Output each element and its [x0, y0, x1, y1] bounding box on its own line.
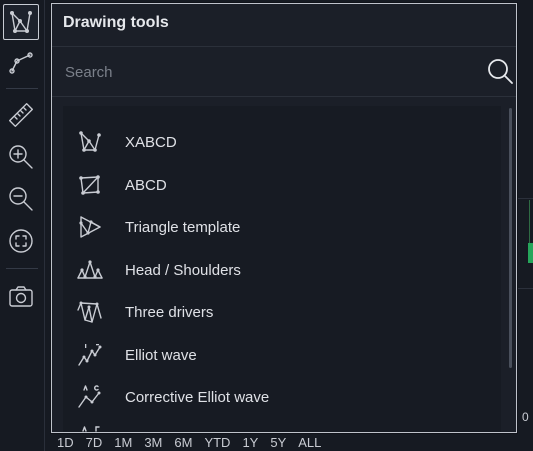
- ruler-icon: [8, 102, 34, 128]
- screenshot-button[interactable]: [3, 278, 39, 314]
- list-item-label: Elliot wave: [125, 346, 197, 364]
- list-item-label: Triangle template: [125, 218, 241, 236]
- xabcd-pattern-icon: [77, 129, 103, 155]
- panel-title: Drawing tools: [63, 14, 169, 31]
- fit-screen-icon: [9, 229, 33, 253]
- search-input[interactable]: [63, 60, 467, 84]
- three-drivers-icon: [77, 299, 103, 325]
- range-5y[interactable]: 5Y: [270, 435, 286, 450]
- list-item-head-shoulders[interactable]: Head / Shoulders: [63, 250, 501, 290]
- range-6m[interactable]: 6M: [174, 435, 192, 450]
- pattern-icon: [77, 419, 103, 432]
- zoom-in-icon: [9, 145, 33, 169]
- list-item-partial[interactable]: [63, 419, 501, 432]
- head-shoulders-icon: [77, 257, 103, 283]
- abcd-pattern-icon: [77, 172, 103, 198]
- panel-divider: [52, 46, 516, 47]
- triangle-pattern-icon: [77, 214, 103, 240]
- pattern-tool-button[interactable]: [3, 4, 39, 40]
- time-range-bar: 1D 7D 1M 3M 6M YTD 1Y 5Y ALL: [44, 433, 533, 451]
- chart-area-edge: [517, 0, 533, 451]
- list-item-label: ABCD: [125, 176, 167, 194]
- line-tool-button[interactable]: [3, 44, 39, 80]
- search-button[interactable]: [486, 57, 514, 85]
- list-item-label: Corrective Elliot wave: [125, 388, 270, 406]
- chart-gridline: [517, 198, 533, 199]
- tool-list: XABCD ABCD Triangle template Head / Shou…: [63, 106, 501, 432]
- list-item-three-drivers[interactable]: Three drivers: [63, 292, 501, 332]
- zoom-out-button[interactable]: [3, 181, 39, 217]
- range-3m[interactable]: 3M: [144, 435, 162, 450]
- range-ytd[interactable]: YTD: [204, 435, 230, 450]
- elliot-wave-icon: [77, 342, 103, 368]
- candle-wick: [529, 200, 530, 245]
- line-tool-icon: [9, 52, 33, 74]
- pattern-tool-icon: [10, 11, 32, 33]
- fit-screen-button[interactable]: [3, 223, 39, 259]
- left-toolbar: [0, 0, 45, 451]
- list-item-label: Three drivers: [125, 303, 214, 321]
- list-item-abcd[interactable]: ABCD: [63, 165, 501, 205]
- range-7d[interactable]: 7D: [86, 435, 103, 450]
- range-1m[interactable]: 1M: [114, 435, 132, 450]
- zoom-out-icon: [9, 187, 33, 211]
- drawing-tools-panel: Drawing tools XABCD AB: [51, 3, 517, 433]
- list-item-label: XABCD: [125, 133, 177, 151]
- range-1d[interactable]: 1D: [57, 435, 74, 450]
- camera-icon: [9, 286, 33, 307]
- list-item-xabcd[interactable]: XABCD: [63, 122, 501, 162]
- list-item-label: Head / Shoulders: [125, 261, 241, 279]
- scrollbar[interactable]: [509, 108, 512, 368]
- toolbar-divider: [6, 88, 38, 89]
- ruler-button[interactable]: [3, 97, 39, 133]
- panel-divider: [52, 96, 516, 97]
- range-all[interactable]: ALL: [298, 435, 321, 450]
- list-item-elliot-wave[interactable]: Elliot wave: [63, 335, 501, 375]
- toolbar-divider: [6, 268, 38, 269]
- chart-gridline: [517, 288, 533, 289]
- range-1y[interactable]: 1Y: [242, 435, 258, 450]
- candle-body: [528, 243, 533, 263]
- list-item-corrective-elliot-wave[interactable]: Corrective Elliot wave: [63, 377, 501, 417]
- axis-value: 0: [522, 410, 529, 424]
- corrective-elliot-wave-icon: [77, 384, 103, 410]
- list-item-triangle-template[interactable]: Triangle template: [63, 207, 501, 247]
- search-icon: [488, 59, 513, 84]
- zoom-in-button[interactable]: [3, 139, 39, 175]
